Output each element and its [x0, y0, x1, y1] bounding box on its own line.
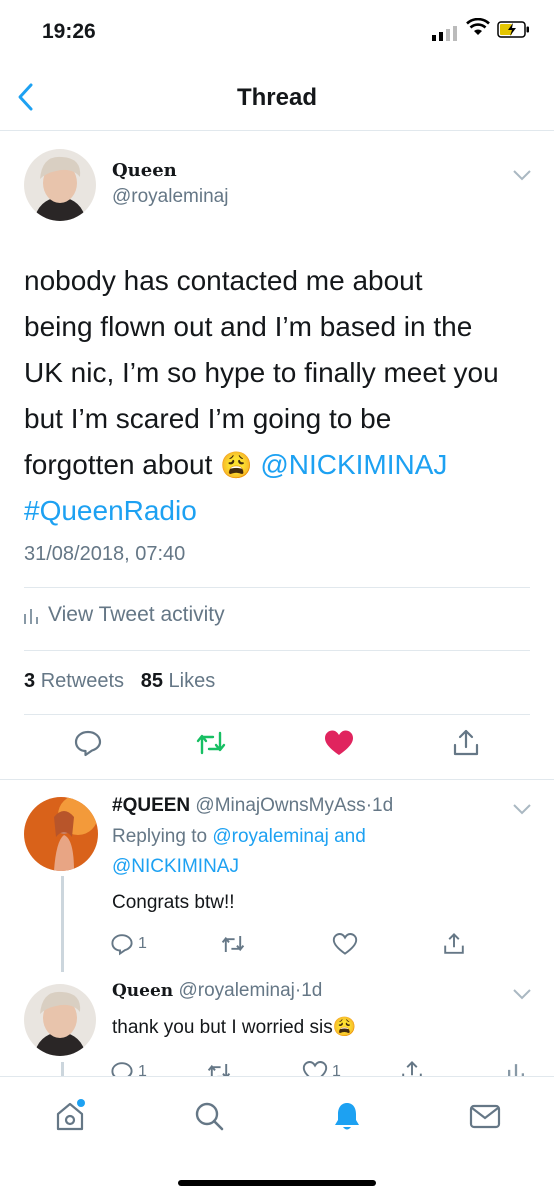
author-name[interactable]: Queen [112, 160, 177, 181]
reply-header: #QUEEN @MinajOwnsMyAss·1d [112, 795, 394, 816]
tweet-action-bar [0, 728, 554, 768]
retweet-icon[interactable] [220, 932, 246, 956]
activity-label: View Tweet activity [48, 603, 225, 626]
reply-time: 1d [301, 980, 323, 1001]
weary-emoji: 😩 [332, 1017, 357, 1038]
reply-author-handle[interactable]: @royaleminaj [178, 980, 294, 1001]
nav-bar: Thread [0, 60, 554, 131]
reply-text: thank you but I worried sis😩 [112, 1017, 357, 1038]
reply-icon[interactable] [73, 728, 103, 763]
tweet-stats: 3 Retweets 85 Likes [24, 670, 215, 693]
reply-author-name[interactable]: Queen [112, 981, 173, 1001]
weary-emoji: 😩 [220, 450, 253, 480]
likes-label[interactable]: Likes [169, 670, 216, 692]
reply-count: 1 [138, 935, 147, 952]
cellular-signal-icon [432, 26, 457, 41]
reply-author-name[interactable]: #QUEEN [112, 795, 190, 816]
reply-icon[interactable]: 1 [110, 932, 147, 956]
status-bar: 19:26 [0, 0, 554, 60]
like-heart-icon[interactable] [323, 728, 355, 763]
reply-avatar[interactable] [24, 984, 96, 1056]
chevron-down-icon[interactable] [512, 987, 532, 1001]
wifi-icon [466, 18, 490, 35]
replying-to: Replying to @royaleminaj and [112, 826, 366, 847]
like-heart-icon[interactable] [332, 932, 358, 956]
share-icon[interactable] [451, 728, 481, 763]
messages-icon[interactable] [468, 1099, 502, 1138]
retweets-label[interactable]: Retweets [41, 670, 124, 692]
home-icon[interactable] [53, 1099, 87, 1138]
view-tweet-activity[interactable]: View Tweet activity [24, 603, 225, 627]
reply-avatar[interactable] [24, 797, 98, 871]
page-title: Thread [236, 84, 317, 111]
chevron-down-icon[interactable] [512, 168, 532, 182]
tweet-timestamp: 31/08/2018, 07:40 [24, 543, 186, 565]
author-handle[interactable]: @royaleminaj [112, 186, 228, 208]
notifications-icon[interactable] [330, 1099, 364, 1138]
chevron-down-icon[interactable] [512, 802, 532, 816]
reply-header: Queen @royaleminaj·1d [112, 980, 323, 1001]
replying-to-user[interactable]: @NICKIMINAJ [112, 856, 239, 878]
replying-to-user[interactable]: @royaleminaj [212, 826, 328, 847]
reply-time: 1d [372, 795, 394, 816]
search-icon[interactable] [192, 1099, 226, 1138]
avatar[interactable] [24, 149, 96, 221]
reply-action-bar: 1 [110, 932, 470, 962]
battery-charging-icon [497, 21, 529, 38]
retweet-icon[interactable] [195, 728, 227, 763]
status-time: 19:26 [42, 20, 96, 43]
analytics-icon [24, 609, 38, 624]
share-icon[interactable] [442, 932, 466, 956]
reply-text: Congrats btw!! [112, 892, 235, 913]
tweet-text: nobody has contacted me about being flow… [24, 258, 529, 534]
hashtag-link[interactable]: #QueenRadio [24, 488, 529, 534]
retweets-count: 3 [24, 670, 36, 692]
reply-author-handle[interactable]: @MinajOwnsMyAss [195, 795, 365, 816]
home-indicator[interactable] [178, 1180, 376, 1186]
likes-count: 85 [140, 670, 163, 692]
mention-link[interactable]: @NICKIMINAJ [260, 449, 447, 480]
